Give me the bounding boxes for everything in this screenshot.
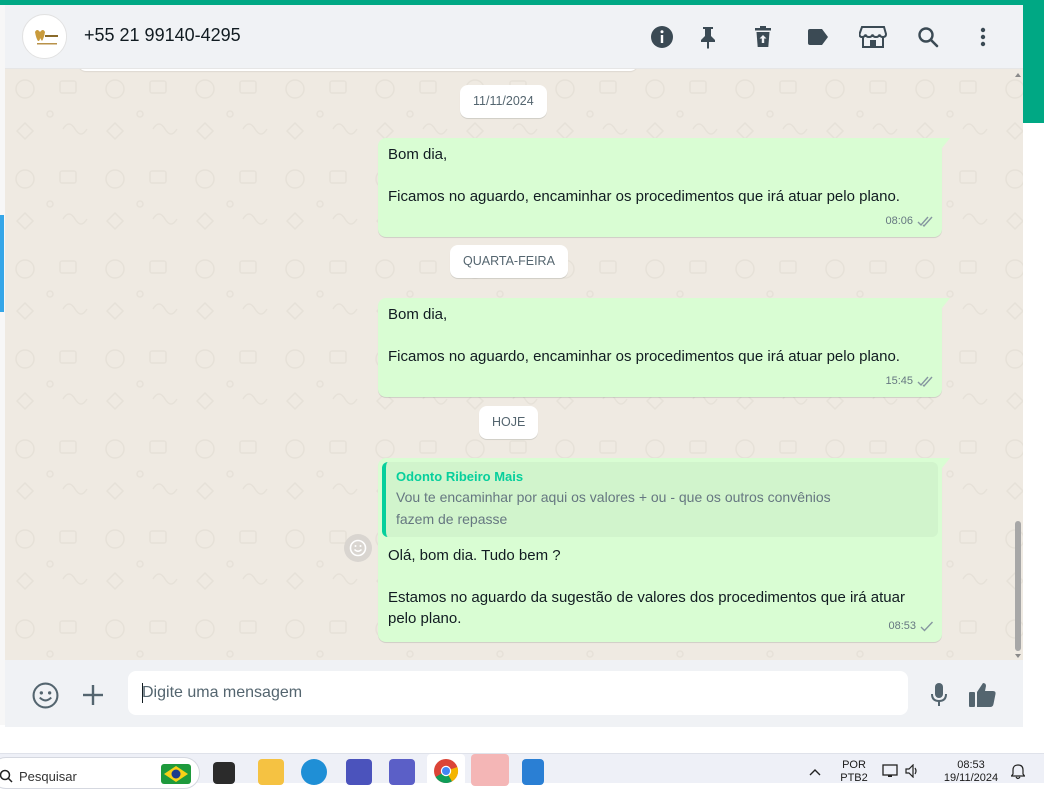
message-text-line: Ficamos no aguardo, encaminhar os proced… [388, 348, 900, 365]
pin-icon[interactable] [692, 21, 724, 53]
message-text-line: Estamos no aguardo da sugestão de valore… [388, 589, 905, 627]
message-text-line [388, 566, 934, 587]
notepad-icon[interactable] [522, 759, 544, 785]
message-time: 08:53 [888, 620, 916, 632]
edge-browser-icon[interactable] [301, 759, 327, 785]
background-panel [1023, 123, 1044, 733]
react-emoji-button[interactable] [344, 534, 372, 562]
system-clock[interactable]: 08:53 19/11/2024 [936, 759, 1006, 785]
clock-time: 08:53 [957, 759, 985, 771]
quoted-text: Vou te encaminhar por aqui os valores + … [396, 489, 831, 527]
outgoing-message-reply[interactable]: Odonto Ribeiro Mais Vou te encaminhar po… [378, 458, 950, 642]
message-text-line [388, 165, 934, 186]
search-icon [0, 769, 13, 783]
language-code: POR [842, 759, 866, 771]
chrome-icon [434, 759, 459, 784]
contact-avatar[interactable] [22, 14, 67, 59]
message-input[interactable] [128, 671, 908, 715]
teams-work-icon[interactable] [389, 759, 415, 785]
attach-plus-icon[interactable] [77, 679, 109, 711]
chrome-taskbar-button[interactable] [427, 754, 465, 786]
microphone-icon[interactable] [923, 679, 955, 711]
snipping-tool-icon[interactable] [471, 754, 509, 786]
info-icon[interactable] [646, 21, 678, 53]
quoted-author: Odonto Ribeiro Mais [396, 469, 524, 484]
emoji-icon[interactable] [29, 679, 61, 711]
bubble-tail [942, 298, 950, 308]
double-check-icon [917, 216, 933, 227]
text-caret [142, 683, 143, 703]
message-time: 15:45 [885, 375, 913, 387]
bubble-tail [942, 138, 950, 148]
more-options-icon[interactable] [967, 21, 999, 53]
teams-icon[interactable] [346, 759, 372, 785]
quoted-message[interactable]: Odonto Ribeiro Mais Vou te encaminhar po… [382, 462, 938, 537]
message-text-line: Ficamos no aguardo, encaminhar os proced… [388, 188, 900, 205]
whatsapp-chat-window: +55 21 99140-4295 11/11/2024 Bom dia, Fi… [5, 5, 1023, 727]
task-view-icon[interactable] [213, 762, 235, 784]
notification-bell-icon[interactable] [1011, 764, 1025, 780]
clinic-logo-icon [23, 15, 66, 58]
previous-message-bubble [78, 69, 638, 71]
chat-scrollbar[interactable] [1013, 69, 1023, 660]
store-icon[interactable] [857, 21, 889, 53]
date-separator: 11/11/2024 [460, 85, 547, 118]
contact-name[interactable]: +55 21 99140-4295 [84, 25, 241, 46]
message-meta: 15:45 [885, 371, 934, 392]
smiley-icon [349, 539, 367, 557]
outgoing-message[interactable]: Bom dia, Ficamos no aguardo, encaminhar … [378, 138, 950, 237]
message-text-line [388, 325, 934, 346]
bubble-tail [942, 458, 950, 468]
label-icon[interactable] [802, 21, 834, 53]
date-separator: QUARTA-FEIRA [450, 245, 568, 278]
search-icon[interactable] [912, 21, 944, 53]
message-meta: 08:06 [885, 211, 934, 232]
chat-header: +55 21 99140-4295 [5, 5, 1023, 69]
message-text-line: Olá, bom dia. Tudo bem ? [388, 547, 561, 564]
windows-taskbar: Pesquisar POR PTB2 08:53 19/11/2024 [0, 753, 1044, 789]
message-meta: 08:53 [888, 616, 934, 637]
keyboard-layout: PTB2 [840, 772, 868, 784]
double-check-icon [917, 376, 933, 387]
tray-expand-icon[interactable] [809, 768, 821, 776]
message-list[interactable]: 11/11/2024 Bom dia, Ficamos no aguardo, … [5, 69, 1023, 660]
clock-date: 19/11/2024 [943, 772, 999, 784]
network-icon[interactable] [882, 764, 900, 778]
background-accent-strip [1023, 0, 1044, 123]
scrollbar-thumb[interactable] [1015, 521, 1021, 651]
scroll-up-arrow-icon[interactable] [1015, 73, 1021, 77]
brazil-flag-icon [161, 764, 191, 784]
taskbar-search-placeholder: Pesquisar [19, 769, 77, 784]
delete-icon[interactable] [747, 21, 779, 53]
outgoing-message[interactable]: Bom dia, Ficamos no aguardo, encaminhar … [378, 298, 950, 397]
thumbs-up-icon[interactable] [966, 679, 1000, 711]
input-language[interactable]: POR PTB2 [838, 759, 870, 785]
taskbar-search-box[interactable]: Pesquisar [0, 757, 200, 789]
date-separator: HOJE [479, 406, 539, 439]
left-edge-accent [0, 215, 4, 312]
single-check-icon [920, 621, 934, 632]
message-text-line: Bom dia, [388, 306, 448, 323]
message-text-line: Bom dia, [388, 146, 448, 163]
message-composer [5, 660, 1023, 727]
message-time: 08:06 [885, 215, 913, 227]
file-explorer-icon[interactable] [258, 759, 284, 785]
volume-icon[interactable] [905, 764, 921, 778]
scroll-down-arrow-icon[interactable] [1015, 654, 1021, 658]
